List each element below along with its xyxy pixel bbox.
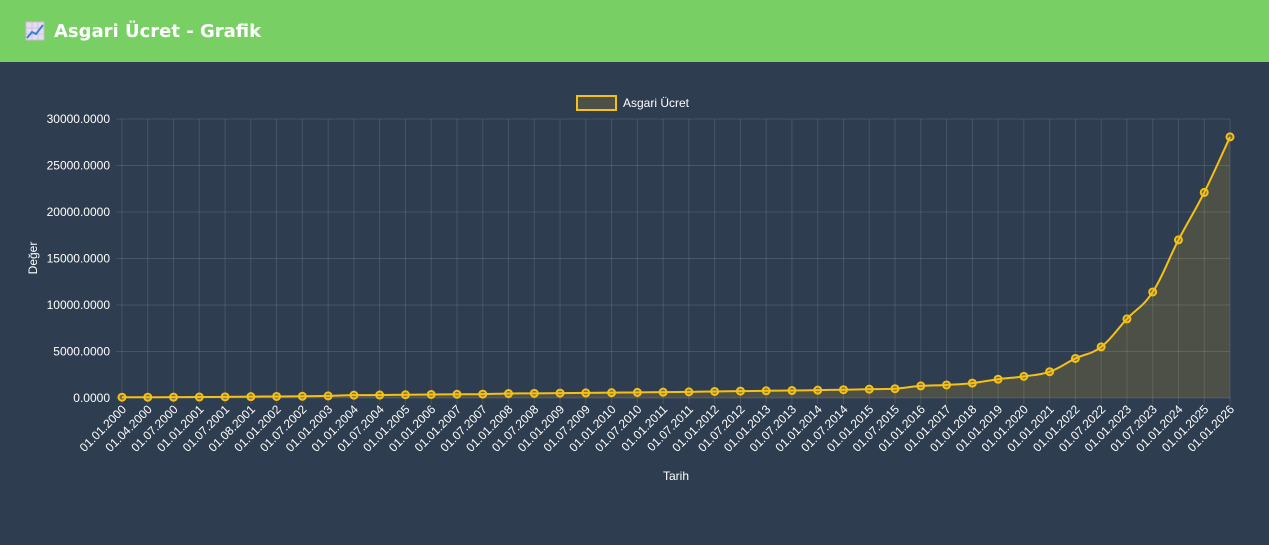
data-point [1070, 353, 1080, 363]
data-point [349, 390, 359, 400]
grid [116, 118, 1231, 404]
data-point [1148, 287, 1158, 297]
data-point [1173, 235, 1183, 245]
x-axis-ticks: 01.01.200001.04.200001.07.200001.01.2001… [77, 402, 1238, 455]
y-tick-label: 5000.0000 [53, 345, 110, 359]
series-line [121, 136, 1231, 399]
data-point [220, 392, 230, 402]
data-point [529, 388, 539, 398]
data-point [787, 386, 797, 396]
data-point [194, 392, 204, 402]
data-point [890, 384, 900, 394]
data-point [1122, 314, 1132, 324]
data-point [426, 389, 436, 399]
data-point [684, 387, 694, 397]
data-point [117, 392, 127, 402]
data-point [1096, 342, 1106, 352]
series-points [117, 132, 1235, 402]
data-point [710, 386, 720, 396]
y-tick-label: 20000.0000 [47, 205, 111, 219]
data-point [993, 374, 1003, 384]
y-tick-label: 25000.0000 [47, 159, 111, 173]
data-point [169, 392, 179, 402]
data-point [452, 389, 462, 399]
series-area [122, 136, 1230, 399]
data-point [478, 389, 488, 399]
y-tick-label: 10000.0000 [47, 298, 111, 312]
data-point [400, 390, 410, 400]
data-point [761, 386, 771, 396]
y-axis-ticks: 0.0000 5000.0000 10000.0000 15000.0000 20000… [47, 112, 111, 405]
y-axis-title: Değer [26, 242, 40, 275]
data-point [864, 384, 874, 394]
legend[interactable]: Asgari Ücret [576, 95, 690, 111]
data-point [967, 378, 977, 388]
legend-label: Asgari Ücret [623, 96, 690, 110]
data-point [916, 381, 926, 391]
data-point [632, 387, 642, 397]
x-axis-title: Tarih [663, 469, 689, 483]
data-point [838, 385, 848, 395]
line-chart: 0.0000 5000.0000 10000.0000 15000.0000 20000… [26, 95, 1238, 483]
data-point [555, 388, 565, 398]
data-point [143, 392, 153, 402]
data-point [813, 385, 823, 395]
y-tick-label: 15000.0000 [47, 252, 111, 266]
data-point [1045, 367, 1055, 377]
data-point [504, 389, 514, 399]
data-point [323, 391, 333, 401]
y-tick-label: 30000.0000 [47, 112, 111, 126]
data-point [1225, 132, 1235, 142]
data-point [375, 390, 385, 400]
data-point [735, 386, 745, 396]
data-point [297, 391, 307, 401]
data-point [607, 388, 617, 398]
data-point [942, 380, 952, 390]
data-point [658, 387, 668, 397]
data-point [246, 392, 256, 402]
data-point [272, 391, 282, 401]
legend-swatch [576, 95, 617, 111]
data-point [1019, 371, 1029, 381]
data-point [581, 388, 591, 398]
data-point [1199, 187, 1209, 197]
y-tick-label: 0.0000 [73, 391, 110, 405]
